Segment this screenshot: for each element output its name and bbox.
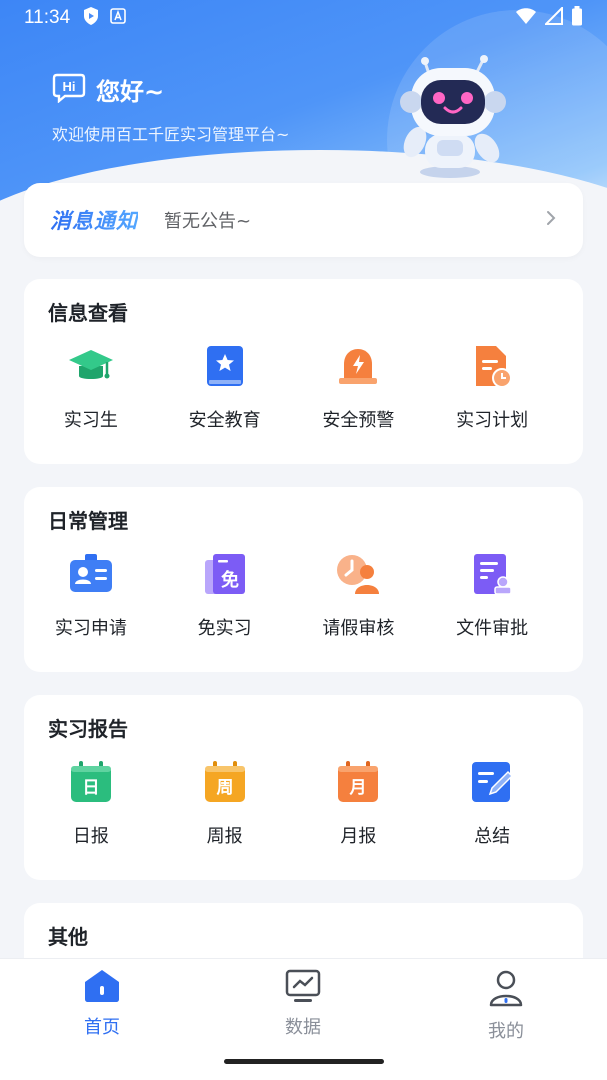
status-bar: 11:34: [0, 0, 607, 36]
grid-item-label: 日报: [72, 826, 109, 847]
tab-label: 我的: [488, 1021, 524, 1042]
hi-badge-text: Hi: [63, 79, 76, 94]
grid-item-leave-review[interactable]: 请假审核: [292, 550, 426, 640]
grid-item-weekly-report[interactable]: 周 周报: [158, 758, 292, 848]
grid-item-monthly-report[interactable]: 月 月报: [292, 758, 426, 848]
edit-summary-icon: [468, 758, 516, 806]
monthly-glyph: 月: [349, 778, 367, 798]
grid-item-label: 实习申请: [54, 618, 127, 639]
font-a-icon: [110, 8, 126, 28]
user-icon: [487, 969, 525, 1011]
data-monitor-icon: [284, 969, 322, 1007]
greeting-title: 您好~: [96, 78, 165, 106]
status-time: 11:34: [24, 7, 71, 28]
grid-item-label: 文件审批: [456, 618, 529, 639]
grid-item-safety-education[interactable]: 安全教育: [158, 342, 292, 432]
grid-item-label: 实习生: [63, 410, 118, 431]
grid-item-label: 安全预警: [322, 410, 395, 431]
battery-icon: [571, 6, 583, 30]
tab-label: 首页: [84, 1017, 120, 1038]
home-icon: [83, 969, 121, 1007]
signal-icon: [543, 5, 563, 29]
grid-item-internship-application[interactable]: 实习申请: [24, 550, 158, 640]
chevron-right-icon: [545, 208, 557, 232]
greeting-subtitle: 欢迎使用百工千匠实习管理平台~: [52, 125, 290, 144]
exempt-glyph: 免: [221, 569, 239, 591]
tab-mine[interactable]: 我的: [446, 969, 566, 1043]
section-internship-reports: 实习报告 日 日报 周 周报 月 月报 总结: [24, 695, 583, 880]
file-approval-icon: [468, 550, 516, 598]
grid-item-file-approval[interactable]: 文件审批: [425, 550, 559, 640]
notice-text: 暂无公告~: [164, 211, 252, 232]
section-title: 实习报告: [48, 717, 128, 741]
grid-item-safety-warning[interactable]: 安全预警: [292, 342, 426, 432]
alarm-light-icon: [334, 342, 382, 390]
leave-clock-person-icon: [334, 550, 382, 598]
tab-home[interactable]: 首页: [42, 969, 162, 1039]
grid-item-summary[interactable]: 总结: [425, 758, 559, 848]
section-info-view: 信息查看 实习生 安全教育 安全预警 实习计划: [24, 279, 583, 464]
graduation-cap-icon: [67, 342, 115, 390]
notice-bar[interactable]: 消息通知 暂无公告~: [24, 183, 583, 257]
grid-item-label: 月报: [340, 826, 377, 847]
id-card-icon: [67, 550, 115, 598]
tab-label: 数据: [285, 1017, 321, 1038]
grid-item-interns[interactable]: 实习生: [24, 342, 158, 432]
tab-data[interactable]: 数据: [243, 969, 363, 1039]
home-indicator[interactable]: [224, 1059, 384, 1064]
robot-mascot-icon: [385, 54, 515, 184]
wifi-icon: [515, 7, 537, 29]
section-title: 其他: [48, 925, 88, 949]
grid-item-exempt-internship[interactable]: 免 免实习: [158, 550, 292, 640]
calendar-week-icon: 周: [201, 758, 249, 806]
calendar-month-icon: 月: [334, 758, 382, 806]
grid-item-label: 周报: [206, 826, 243, 847]
section-daily-management: 日常管理 实习申请 免 免实习 请假审核 文件审批: [24, 487, 583, 672]
section-title: 信息查看: [48, 301, 128, 325]
exempt-document-icon: 免: [201, 550, 249, 598]
daily-glyph: 日: [82, 778, 99, 798]
grid-item-daily-report[interactable]: 日 日报: [24, 758, 158, 848]
calendar-day-icon: 日: [67, 758, 115, 806]
hi-chat-icon: Hi: [52, 73, 86, 107]
notice-title: 消息通知: [50, 205, 138, 235]
grid-item-internship-plan[interactable]: 实习计划: [425, 342, 559, 432]
greeting: Hi 您好~ 欢迎使用百工千匠实习管理平台~: [52, 72, 289, 145]
grid-item-label: 安全教育: [188, 410, 261, 431]
section-title: 日常管理: [48, 509, 128, 533]
grid-item-label: 总结: [474, 826, 511, 847]
grid-item-label: 请假审核: [322, 618, 395, 639]
grid-item-label: 免实习: [197, 618, 252, 639]
document-clock-icon: [468, 342, 516, 390]
grid-item-label: 实习计划: [456, 410, 529, 431]
shield-play-icon: [82, 6, 100, 30]
star-book-icon: [201, 342, 249, 390]
weekly-glyph: 周: [216, 778, 233, 798]
